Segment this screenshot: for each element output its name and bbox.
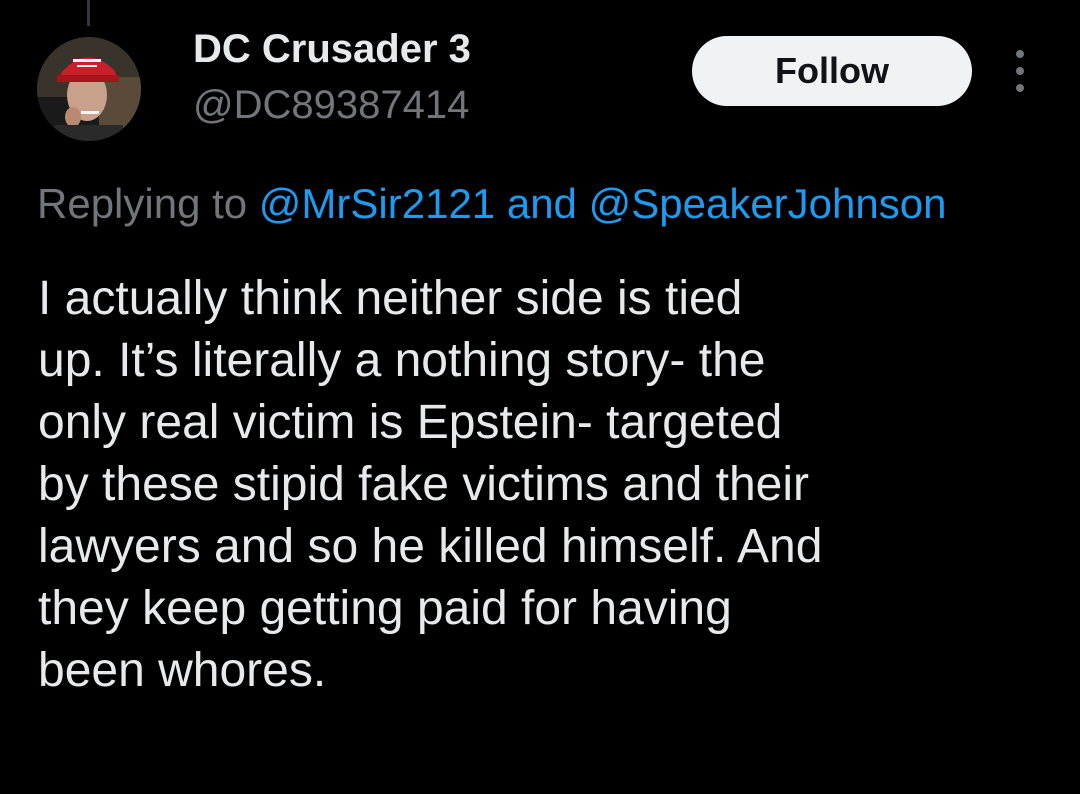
tweet-text-line: they keep getting paid for having (38, 582, 732, 635)
mention-link-mrsir2121[interactable]: @MrSir2121 (259, 180, 495, 227)
tweet-text-line: been whores. (38, 644, 327, 697)
tweet-text-line: I actually think neither side is tied (38, 272, 743, 325)
more-dot (1016, 67, 1024, 75)
more-dot (1016, 84, 1024, 92)
reply-prefix: Replying to (37, 180, 248, 227)
avatar[interactable] (37, 37, 141, 141)
tweet-text-line: only real victim is Epstein- targeted (38, 396, 783, 449)
more-dot (1016, 50, 1024, 58)
tweet-text-line: lawyers and so he killed himself. And (38, 520, 823, 573)
thread-connector-line (87, 0, 90, 26)
avatar-image (37, 37, 141, 141)
reply-context: Replying to @MrSir2121 and @SpeakerJohns… (37, 180, 946, 228)
more-vertical-icon[interactable] (1010, 50, 1030, 92)
tweet-text: I actually think neither side is tied up… (38, 268, 1038, 702)
tweet-text-line: up. It’s literally a nothing story- the (38, 334, 766, 387)
display-name[interactable]: DC Crusader 3 (193, 27, 471, 72)
mention-link-speakerjohnson[interactable]: @SpeakerJohnson (589, 180, 947, 227)
mention-conjunction[interactable]: and (507, 180, 577, 227)
user-handle[interactable]: @DC89387414 (193, 83, 469, 128)
tweet-text-line: by these stipid fake victims and their (38, 458, 810, 511)
follow-button[interactable]: Follow (692, 36, 972, 106)
